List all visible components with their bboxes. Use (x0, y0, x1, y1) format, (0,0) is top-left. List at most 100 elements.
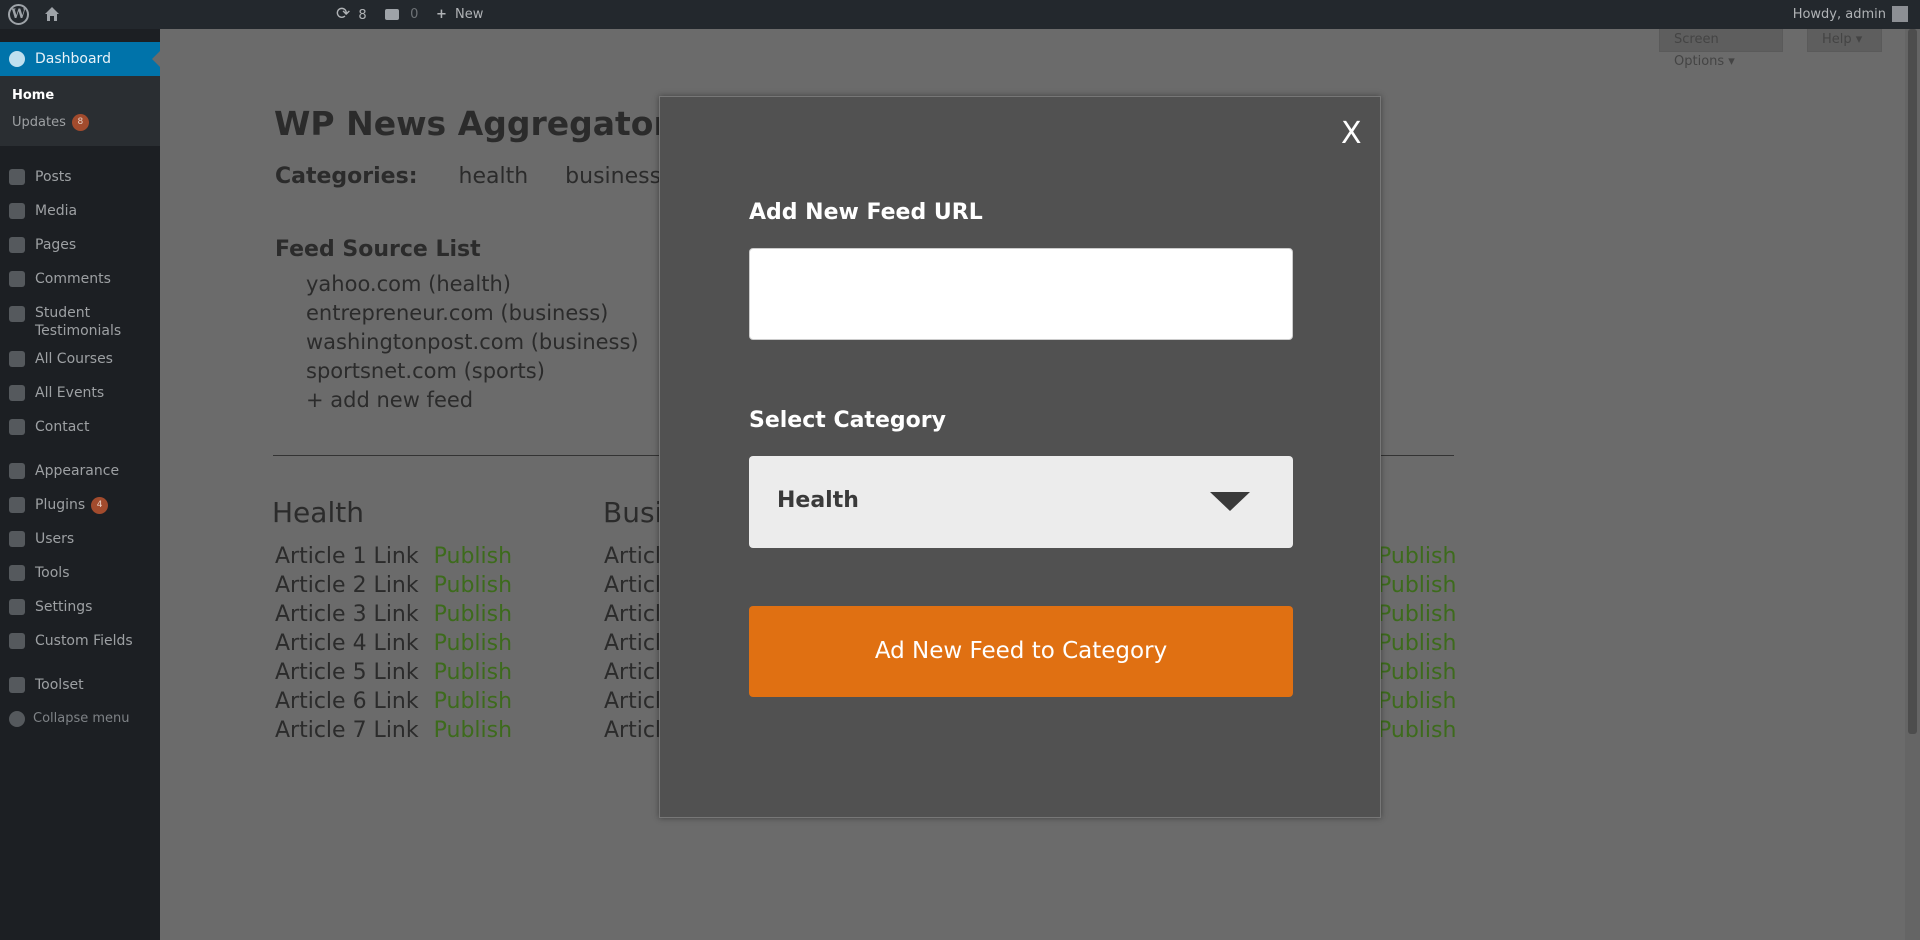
publish-button[interactable]: Publish (434, 689, 512, 714)
user-icon (9, 531, 25, 547)
column-title-health: Health (272, 496, 364, 529)
publish-button[interactable]: Publish (434, 602, 512, 627)
scrollbar-thumb[interactable] (1908, 29, 1917, 734)
publish-button[interactable]: Publish (434, 544, 512, 569)
publish-button[interactable]: Publish (434, 573, 512, 598)
category-link-business[interactable]: business (565, 164, 661, 189)
article-link[interactable]: Articl (604, 687, 661, 716)
sidebar-item-pages[interactable]: Pages (0, 228, 160, 262)
sidebar-item-toolset[interactable]: Toolset (0, 668, 160, 702)
admin-bar: W ⟳ 8 0 + New Howdy, admin (0, 0, 1920, 29)
list-item: Article 2 Link Publish (275, 571, 512, 600)
sidebar-item-media[interactable]: Media (0, 194, 160, 228)
testimonials-icon (9, 306, 25, 322)
comment-icon (9, 271, 25, 287)
publish-button[interactable]: Publish (1378, 629, 1456, 658)
sidebar-item-comments[interactable]: Comments (0, 262, 160, 296)
chevron-down-icon (1210, 492, 1250, 511)
plug-icon (9, 497, 25, 513)
new-content-link[interactable]: + New (436, 0, 483, 29)
feed-item[interactable]: yahoo.com (health) (306, 270, 639, 299)
calendar-icon (9, 385, 25, 401)
wordpress-logo-icon[interactable]: W (8, 4, 29, 25)
brush-icon (9, 463, 25, 479)
sidebar-item-contact[interactable]: Contact (0, 410, 160, 444)
article-link[interactable]: Article 1 Link (275, 544, 419, 569)
book-icon (9, 351, 25, 367)
sidebar-item-appearance[interactable]: Appearance (0, 454, 160, 488)
article-link[interactable]: Article 3 Link (275, 602, 419, 627)
sidebar-item-posts[interactable]: Posts (0, 160, 160, 194)
category-select[interactable]: Health (749, 456, 1293, 548)
updates-link[interactable]: ⟳ 8 (336, 0, 367, 29)
article-link[interactable]: Articl (604, 600, 661, 629)
sidebar-item-dashboard[interactable]: Dashboard (0, 42, 160, 76)
comment-bubble-icon (385, 9, 399, 20)
column-title-business: Busi (603, 496, 663, 529)
sidebar-item-tools[interactable]: Tools (0, 556, 160, 590)
avatar (1892, 5, 1908, 22)
add-new-feed-link[interactable]: + add new feed (306, 386, 639, 415)
home-icon[interactable] (44, 0, 62, 29)
sidebar-item-custom-fields[interactable]: Custom Fields (0, 624, 160, 658)
publish-button[interactable]: Publish (1378, 658, 1456, 687)
feed-item[interactable]: sportsnet.com (sports) (306, 357, 639, 386)
article-link[interactable]: Article 7 Link (275, 718, 419, 743)
sidebar-item-all-courses[interactable]: All Courses (0, 342, 160, 376)
close-icon[interactable]: X (1341, 117, 1362, 151)
list-item: Article 6 Link Publish (275, 687, 512, 716)
article-link[interactable]: Articl (604, 542, 661, 571)
feed-url-input[interactable] (749, 248, 1293, 340)
gear-icon (9, 633, 25, 649)
admin-sidebar: Dashboard Home Updates 8 Posts Media Page… (0, 29, 160, 940)
select-category-label: Select Category (749, 408, 946, 433)
plus-icon: + (436, 7, 447, 22)
feed-item[interactable]: entrepreneur.com (business) (306, 299, 639, 328)
article-link[interactable]: Articl (604, 629, 661, 658)
pages-icon (9, 237, 25, 253)
health-article-list: Article 1 Link Publish Article 2 Link Publ… (275, 542, 512, 745)
feed-source-title: Feed Source List (275, 237, 481, 262)
publish-button[interactable]: Publish (1378, 687, 1456, 716)
account-menu[interactable]: Howdy, admin (1793, 0, 1908, 29)
categories-label: Categories: (275, 164, 418, 189)
article-link[interactable]: Article 6 Link (275, 689, 419, 714)
add-feed-modal: X Add New Feed URL Select Category Healt… (659, 96, 1381, 818)
publish-button[interactable]: Publish (434, 660, 512, 685)
submenu-item-home[interactable]: Home (0, 82, 160, 109)
feed-source-list: yahoo.com (health) entrepreneur.com (bus… (306, 270, 639, 415)
scrollbar[interactable] (1905, 29, 1920, 940)
third-column-publish-list: Publish Publish Publish Publish Publish … (1378, 542, 1456, 745)
collapse-menu-button[interactable]: Collapse menu (0, 702, 160, 736)
settings-icon (9, 599, 25, 615)
submenu-item-updates[interactable]: Updates 8 (0, 109, 160, 136)
article-link[interactable]: Article 4 Link (275, 631, 419, 656)
publish-button[interactable]: Publish (434, 631, 512, 656)
feed-item[interactable]: washingtonpost.com (business) (306, 328, 639, 357)
article-link[interactable]: Article 5 Link (275, 660, 419, 685)
sidebar-item-plugins[interactable]: Plugins 4 (0, 488, 160, 522)
list-item: Article 7 Link Publish (275, 716, 512, 745)
plugins-count-badge: 4 (91, 496, 109, 514)
sidebar-item-all-events[interactable]: All Events (0, 376, 160, 410)
sidebar-item-student-testimonials[interactable]: Student Testimonials (0, 296, 160, 342)
article-link[interactable]: Articl (604, 716, 661, 745)
category-link-health[interactable]: health (459, 164, 529, 189)
add-feed-submit-button[interactable]: Ad New Feed to Category (749, 606, 1293, 697)
sidebar-item-users[interactable]: Users (0, 522, 160, 556)
categories-row: Categories: health business (275, 164, 691, 189)
article-link[interactable]: Articl (604, 571, 661, 600)
article-link[interactable]: Articl (604, 658, 661, 687)
comments-link[interactable]: 0 (385, 0, 418, 29)
publish-button[interactable]: Publish (1378, 542, 1456, 571)
mail-icon (9, 419, 25, 435)
publish-button[interactable]: Publish (434, 718, 512, 743)
feed-url-label: Add New Feed URL (749, 200, 983, 225)
sidebar-item-settings[interactable]: Settings (0, 590, 160, 624)
wrench-icon (9, 565, 25, 581)
article-link[interactable]: Article 2 Link (275, 573, 419, 598)
publish-button[interactable]: Publish (1378, 716, 1456, 745)
dashboard-icon (9, 51, 25, 67)
publish-button[interactable]: Publish (1378, 600, 1456, 629)
publish-button[interactable]: Publish (1378, 571, 1456, 600)
